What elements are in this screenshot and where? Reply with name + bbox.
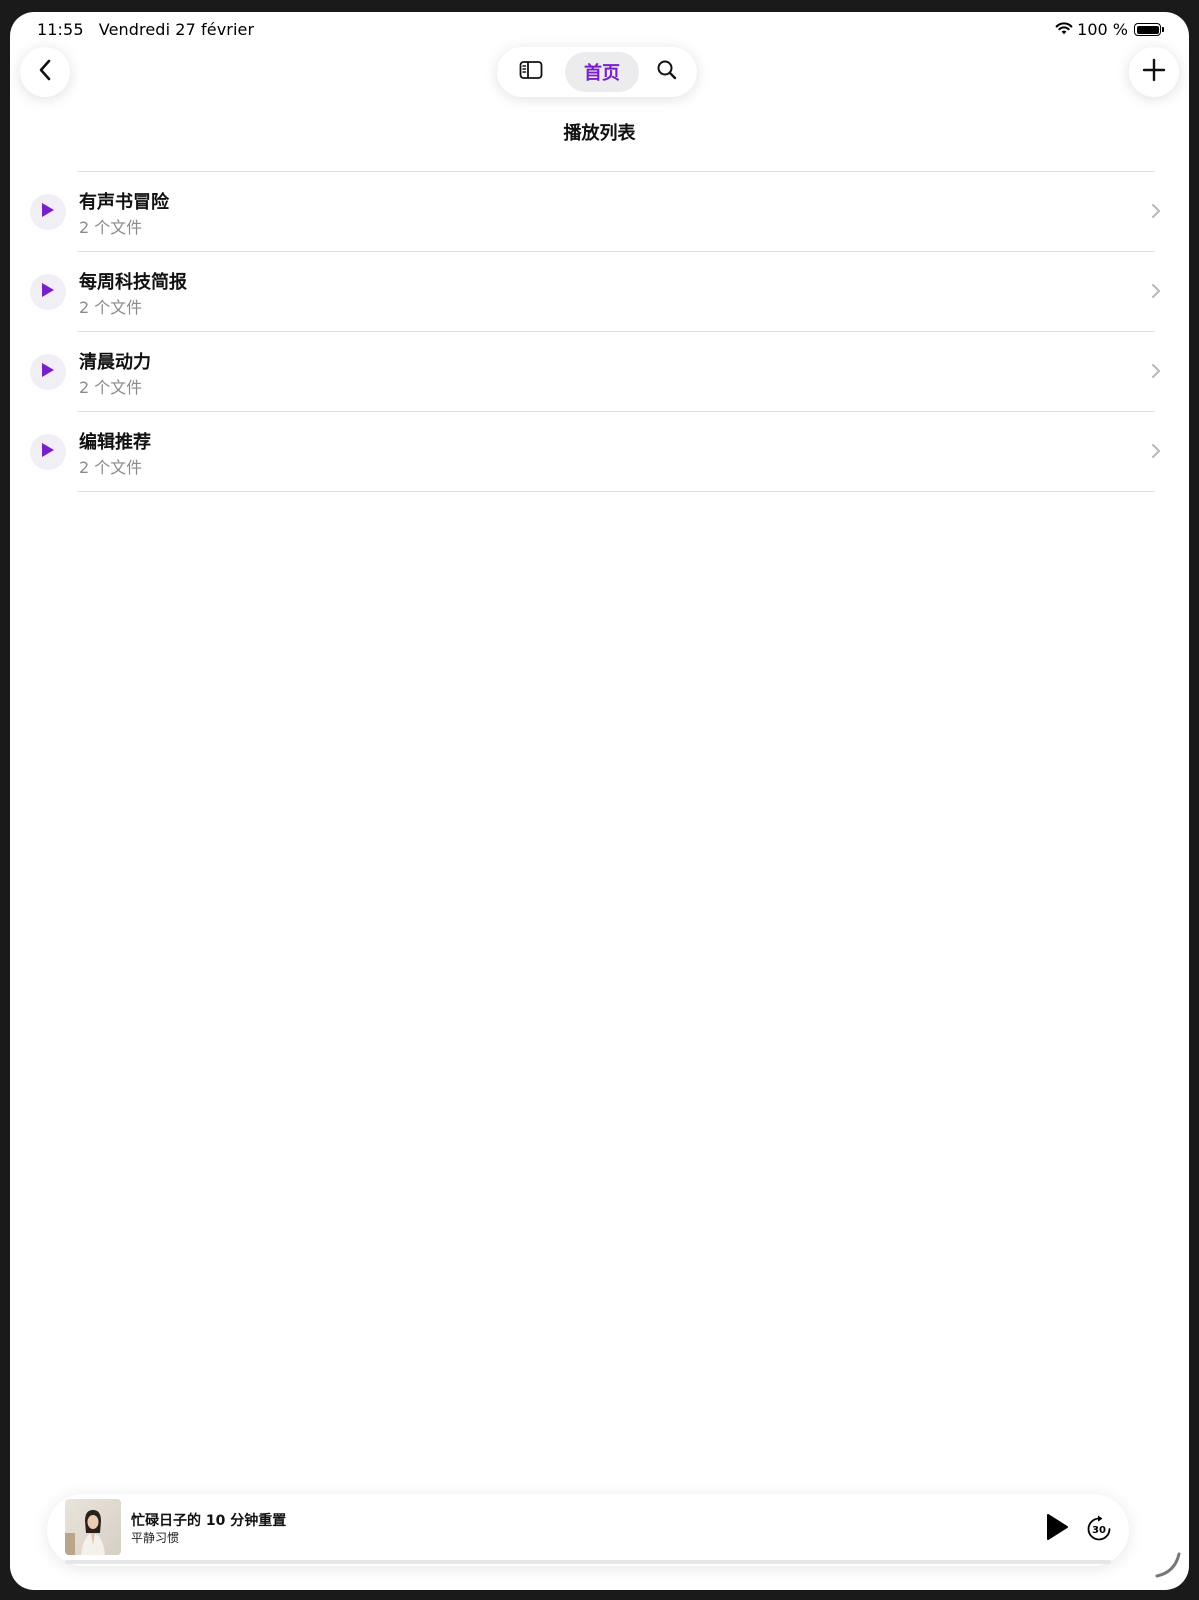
app-window: 11:55 Vendredi 27 février 100 % 首页 播放列表 … [10,12,1189,1590]
track-artwork[interactable] [65,1499,121,1555]
skip-forward-30-icon: 30 [1087,1515,1111,1541]
page-title: 播放列表 [563,123,636,144]
playback-progress-bar[interactable] [65,1560,1111,1564]
play-button[interactable] [1043,1514,1071,1544]
chevron-right-icon [1151,363,1161,383]
play-icon [41,442,55,462]
track-artist: 平静习惯 [131,1531,180,1545]
playlist-row[interactable]: 清晨动力 2 个文件 [10,332,1189,412]
playlist-list: 有声书冒险 2 个文件 每周科技简报 2 个文件 清晨动力 2 个文件 编辑推荐… [10,171,1189,492]
play-playlist-button[interactable] [30,354,66,390]
play-icon [41,282,55,302]
playlist-file-count: 2 个文件 [79,378,143,397]
playlist-title: 每周科技简报 [79,272,187,293]
status-date: Vendredi 27 février [98,20,255,39]
battery-percent: 100 % [1077,20,1128,39]
status-bar-right: 100 % [1055,20,1164,39]
tab-home[interactable]: 首页 [565,52,639,92]
status-bar-left: 11:55 Vendredi 27 février [37,20,254,39]
playlist-title: 清晨动力 [79,352,151,373]
skip-seconds-label: 30 [1092,1525,1106,1536]
sidebar-toggle-button[interactable] [497,47,565,97]
track-title: 忙碌日子的 10 分钟重置 [131,1513,287,1529]
playlist-file-count: 2 个文件 [79,298,143,317]
skip-forward-button[interactable]: 30 [1085,1515,1113,1543]
play-icon [1045,1513,1069,1545]
chevron-right-icon [1151,443,1161,463]
back-button[interactable] [20,47,70,97]
search-icon [656,59,678,85]
chevron-right-icon [1151,283,1161,303]
playlist-row[interactable]: 编辑推荐 2 个文件 [10,412,1189,492]
sidebar-icon [519,60,543,84]
battery-icon [1134,23,1164,36]
playlist-title: 编辑推荐 [79,432,151,453]
play-playlist-button[interactable] [30,194,66,230]
playlist-title: 有声书冒险 [79,192,169,213]
play-playlist-button[interactable] [30,434,66,470]
top-navigation: 首页 [497,47,697,97]
play-icon [41,202,55,222]
wifi-icon [1055,20,1073,39]
resize-handle-icon [1153,1550,1183,1584]
status-time: 11:55 [37,20,84,39]
playlist-row[interactable]: 每周科技简报 2 个文件 [10,252,1189,332]
list-divider [78,491,1155,492]
chevron-right-icon [1151,203,1161,223]
plus-icon [1142,58,1166,86]
mini-player[interactable]: 忙碌日子的 10 分钟重置 平静习惯 30 [47,1494,1129,1566]
playlist-file-count: 2 个文件 [79,218,143,237]
search-button[interactable] [639,47,695,97]
playlist-file-count: 2 个文件 [79,458,143,477]
playlist-row[interactable]: 有声书冒险 2 个文件 [10,172,1189,252]
chevron-left-icon [37,58,53,86]
play-playlist-button[interactable] [30,274,66,310]
play-icon [41,362,55,382]
add-button[interactable] [1129,47,1179,97]
